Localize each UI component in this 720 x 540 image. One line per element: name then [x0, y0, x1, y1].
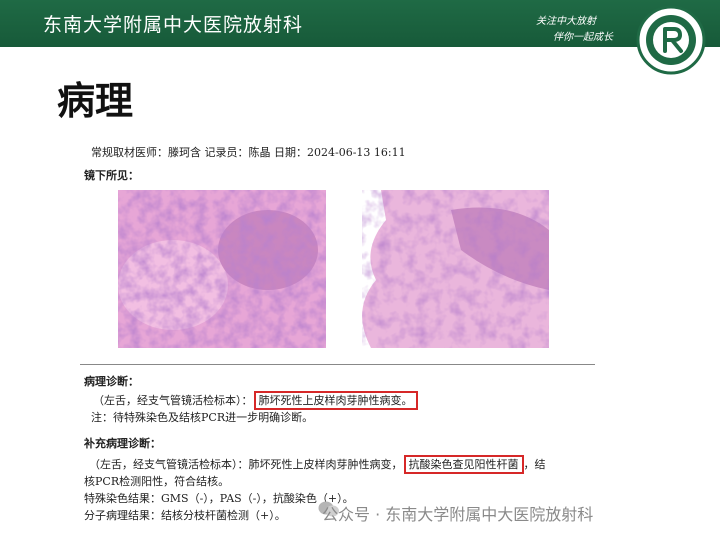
- supplement-line2: 核PCR检测阳性，符合结核。: [84, 475, 230, 488]
- watermark-text: 公众号 · 东南大学附属中大医院放射科: [322, 505, 594, 524]
- supplement-suffix: ，结: [523, 458, 546, 471]
- banner-slogan-line1: 关注中大放射: [536, 16, 596, 27]
- diagnosis-line: （左舌，经支气管镜活检标本）： 肺坏死性上皮样肉芽肿性病变。: [93, 391, 418, 410]
- hospital-logo-icon: [636, 5, 706, 75]
- supplement-highlight: 抗酸染色查见阳性杆菌: [403, 455, 524, 474]
- histology-image-left: [118, 190, 326, 348]
- header-banner: 东南大学附属中大医院放射科 关注中大放射 伴你一起成长: [0, 0, 720, 47]
- section-divider: [80, 364, 595, 365]
- microscopy-label: 镜下所见：: [84, 169, 139, 182]
- supplement-prefix: （左舌，经支气管镜活检标本）：肺坏死性上皮样肉芽肿性病变，: [89, 458, 403, 471]
- molecular-result: 分子病理结果：结核分枝杆菌检测（+）。: [84, 509, 286, 522]
- diagnosis-prefix: （左舌，经支气管镜活检标本）：: [93, 394, 253, 407]
- diagnosis-label: 病理诊断：: [84, 375, 139, 388]
- banner-title: 东南大学附属中大医院放射科: [43, 14, 304, 36]
- diagnosis-note: 注：待特殊染色及结核PCR进一步明确诊断。: [91, 411, 314, 424]
- page-title: 病理: [57, 79, 134, 123]
- supplement-line: （左舌，经支气管镜活检标本）：肺坏死性上皮样肉芽肿性病变， 抗酸染色查见阳性杆菌，…: [89, 455, 546, 474]
- histology-image-right: [341, 190, 549, 348]
- special-stain-result: 特殊染色结果：GMS（-），PAS（-），抗酸染色（+）。: [84, 492, 354, 505]
- diagnosis-highlight: 肺坏死性上皮样肉芽肿性病变。: [253, 391, 418, 410]
- report-meta: 常规取材医师：滕珂含 记录员：陈晶 日期：2024-06-13 16:11: [91, 146, 406, 159]
- supplement-label: 补充病理诊断：: [84, 437, 161, 450]
- banner-slogan-line2: 伴你一起成长: [553, 32, 613, 43]
